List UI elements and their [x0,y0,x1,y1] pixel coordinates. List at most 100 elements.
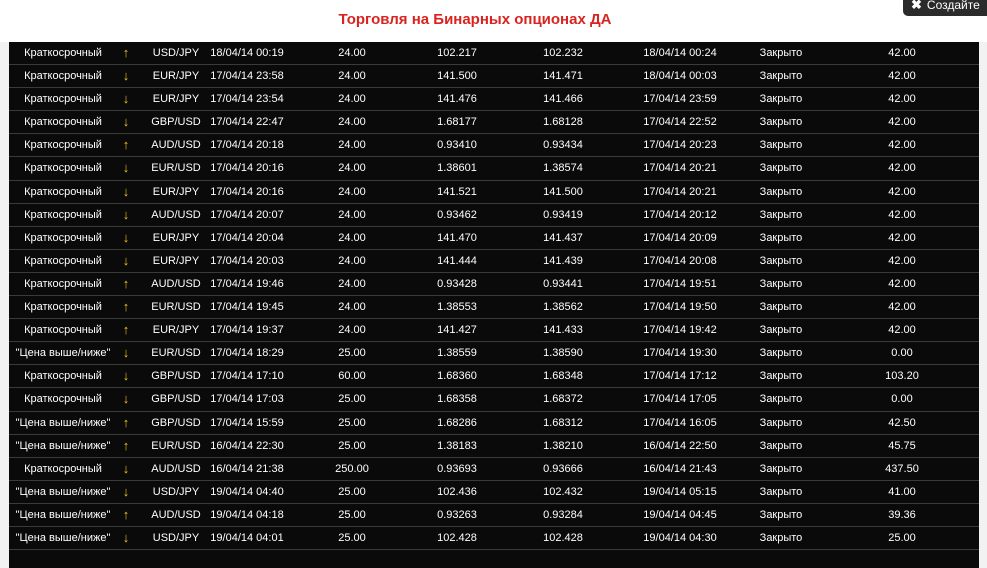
close-time: 19/04/14 05:15 [643,485,717,498]
table-row: Краткосрочный ↑ EUR/USD 17/04/14 19:45 24.00… [9,296,979,320]
arrow-down-icon: ↓ [122,252,130,268]
table-row: Краткосрочный ↑ AUD/USD 17/04/14 19:46 24.00… [9,273,979,297]
trade-status: Закрыто [759,70,803,83]
table-row: Краткосрочный ↓ GBP/USD 17/04/14 17:03 25.00… [9,388,979,412]
close-price: 141.439 [543,254,583,267]
open-time: 17/04/14 18:29 [210,347,284,360]
payout: 42.00 [888,208,916,221]
trade-type: "Цена выше/ниже" [15,439,111,452]
close-time: 17/04/14 19:51 [643,277,717,290]
trade-type: Краткосрочный [24,47,102,59]
trade-amount: 24.00 [338,208,366,221]
close-time: 17/04/14 19:42 [643,324,717,337]
close-time: 17/04/14 22:52 [643,116,717,129]
trade-status: Закрыто [759,324,803,337]
trade-type: Краткосрочный [24,301,102,314]
create-button[interactable]: ✖ Создайте [903,0,987,16]
open-price: 0.93428 [437,277,477,290]
trade-status: Закрыто [759,162,803,175]
trade-amount: 24.00 [338,324,366,337]
trades-table: Краткосрочный ↑ USD/JPY 18/04/14 00:19 24.00… [9,42,979,568]
table-row: "Цена выше/ниже" ↑ GBP/USD 17/04/14 15:59 25… [9,412,979,435]
currency-pair: EUR/JPY [152,324,200,337]
close-price: 1.68348 [543,370,583,383]
trade-amount: 24.00 [338,93,366,106]
arrow-down-icon: ↓ [122,345,130,361]
payout: 42.00 [888,254,916,267]
close-price: 141.471 [543,70,583,83]
arrow-down-icon: ↓ [122,229,130,245]
open-price: 102.217 [437,47,477,59]
trade-status: Закрыто [759,93,803,106]
currency-pair: USD/JPY [152,485,200,498]
close-price: 0.93284 [543,508,583,521]
open-time: 17/04/14 19:46 [210,277,284,290]
currency-pair: GBP/USD [151,370,201,383]
currency-pair: AUD/USD [151,139,201,152]
open-time: 17/04/14 20:18 [210,139,284,152]
open-time: 17/04/14 19:45 [210,301,284,314]
close-time: 19/04/14 04:30 [643,531,717,544]
table-row: Краткосрочный ↓ EUR/JPY 17/04/14 20:04 24.00… [9,227,979,250]
trade-status: Закрыто [759,208,803,221]
open-time: 18/04/14 00:19 [210,47,284,59]
payout: 41.00 [888,485,916,498]
table-row: Краткосрочный ↓ EUR/JPY 17/04/14 23:54 24.00… [9,88,979,112]
close-price: 1.68372 [543,393,583,406]
trade-type: Краткосрочный [24,185,102,198]
open-price: 1.38553 [437,301,477,314]
close-time: 17/04/14 20:08 [643,254,717,267]
payout: 42.00 [888,139,916,152]
open-time: 17/04/14 17:03 [210,393,284,406]
open-price: 141.470 [437,231,477,244]
currency-pair: GBP/USD [151,116,201,129]
payout: 42.00 [888,185,916,198]
close-time: 17/04/14 19:30 [643,347,717,360]
trade-amount: 24.00 [338,231,366,244]
trade-type: Краткосрочный [24,324,102,337]
open-price: 0.93462 [437,208,477,221]
trade-type: "Цена выше/ниже" [15,485,111,498]
close-price: 1.38574 [543,162,583,175]
currency-pair: AUD/USD [151,208,201,221]
currency-pair: GBP/USD [151,393,201,406]
open-time: 17/04/14 20:16 [210,185,284,198]
table-row: "Цена выше/ниже" ↓ USD/JPY 19/04/14 04:01 25… [9,527,979,551]
trade-amount: 24.00 [338,162,366,175]
open-time: 17/04/14 23:54 [210,93,284,106]
trade-status: Закрыто [759,347,803,360]
close-price: 1.38562 [543,301,583,314]
close-price: 102.432 [543,485,583,498]
open-time: 17/04/14 22:47 [210,116,284,129]
arrow-down-icon: ↓ [122,68,130,84]
trade-type: Краткосрочный [24,277,102,290]
arrow-down-icon: ↓ [122,160,130,176]
currency-pair: AUD/USD [151,277,201,290]
close-price: 0.93419 [543,208,583,221]
table-row: "Цена выше/ниже" ↓ EUR/USD 17/04/14 18:29 25… [9,342,979,366]
trade-type: Краткосрочный [24,70,102,83]
payout: 0.00 [891,347,913,360]
currency-pair: EUR/JPY [152,185,200,198]
open-price: 1.38559 [437,347,477,360]
open-time: 19/04/14 04:01 [210,531,284,544]
arrow-down-icon: ↓ [122,368,130,384]
trade-amount: 25.00 [338,531,366,544]
close-price: 1.68128 [543,116,583,129]
table-row: Краткосрочный ↓ EUR/USD 17/04/14 20:16 24.00… [9,157,979,181]
currency-pair: EUR/JPY [152,93,200,106]
open-time: 17/04/14 23:58 [210,70,284,83]
open-time: 17/04/14 15:59 [210,416,284,429]
payout: 437.50 [885,462,919,475]
table-row: Краткосрочный ↑ EUR/JPY 17/04/14 19:37 24.00… [9,319,979,343]
table-row: Краткосрочный ↓ GBP/USD 17/04/14 22:47 24.00… [9,111,979,135]
close-time: 17/04/14 17:05 [643,393,717,406]
currency-pair: EUR/JPY [152,254,200,267]
currency-pair: EUR/USD [151,301,201,314]
open-price: 1.68358 [437,393,477,406]
table-row: Краткосрочный ↓ AUD/USD 17/04/14 20:07 24.00… [9,204,979,227]
payout: 42.00 [888,162,916,175]
trade-status: Закрыто [759,301,803,314]
trade-type: Краткосрочный [24,116,102,129]
trade-status: Закрыто [759,116,803,129]
